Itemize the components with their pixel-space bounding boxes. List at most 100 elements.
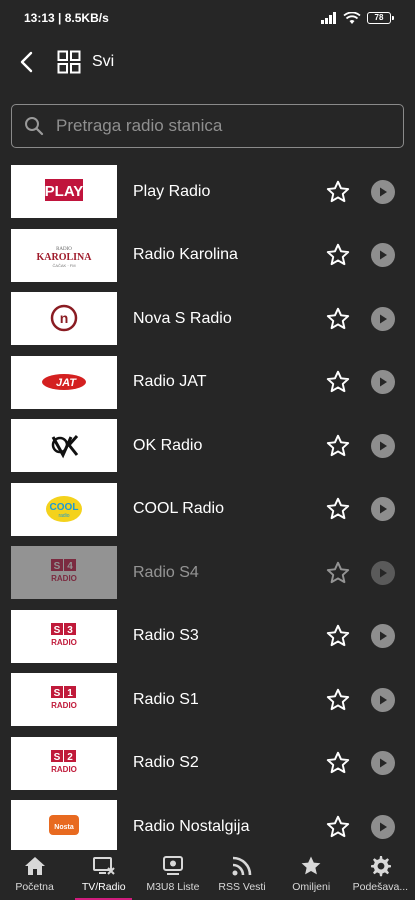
favorite-button[interactable]: [324, 559, 352, 587]
favorite-button[interactable]: [324, 686, 352, 714]
play-button[interactable]: [371, 497, 395, 522]
station-logo[interactable]: S 3 RADIO: [11, 609, 117, 663]
nav-item-gear[interactable]: Podešava...: [346, 850, 415, 900]
play-button[interactable]: [371, 751, 395, 776]
station-logo[interactable]: Nosta: [11, 800, 117, 850]
station-row[interactable]: JAT Radio JAT: [0, 351, 415, 415]
svg-text:2: 2: [67, 752, 73, 763]
station-name: Radio Karolina: [133, 246, 238, 264]
rss-icon: [232, 856, 252, 876]
status-time: 13:13: [24, 11, 55, 25]
station-logo[interactable]: S 2 RADIO: [11, 736, 117, 790]
play-button[interactable]: [371, 560, 395, 585]
svg-text:RADIO: RADIO: [51, 574, 77, 583]
station-logo[interactable]: S 1 RADIO: [11, 673, 117, 726]
nav-label: M3U8 Liste: [146, 881, 200, 893]
svg-text:ČAČAK · FM: ČAČAK · FM: [52, 263, 75, 268]
station-logo[interactable]: n: [11, 292, 117, 345]
station-name: Nova S Radio: [133, 309, 232, 327]
svg-text:4: 4: [67, 561, 73, 572]
star-outline-icon: [326, 815, 350, 837]
search-box[interactable]: [11, 104, 404, 148]
nav-label: TV/Radio: [81, 881, 126, 893]
play-button[interactable]: [371, 370, 395, 395]
favorite-button[interactable]: [324, 495, 352, 523]
category-grid-button[interactable]: [54, 47, 84, 77]
station-row[interactable]: S 2 RADIO Radio S2: [0, 732, 415, 796]
nav-item-playlist[interactable]: M3U8 Liste: [138, 850, 207, 900]
play-button[interactable]: [371, 687, 395, 712]
chevron-left-icon: [20, 51, 33, 73]
station-logo-image: COOLradio: [46, 495, 82, 522]
search-icon: [25, 117, 44, 136]
station-name: Radio Nostalgija: [133, 817, 250, 835]
nav-label: Omiljeni: [292, 881, 331, 893]
station-logo[interactable]: JAT: [11, 355, 117, 409]
play-button[interactable]: [371, 624, 395, 649]
station-logo[interactable]: S 4 RADIO: [11, 546, 117, 599]
nav-label: RSS Vesti: [218, 881, 266, 893]
favorite-button[interactable]: [324, 241, 352, 269]
svg-text:RADIO: RADIO: [51, 765, 77, 774]
station-row[interactable]: S 4 RADIO Radio S4: [0, 541, 415, 605]
play-icon: [380, 631, 387, 641]
station-logo[interactable]: PLAY: [11, 165, 117, 218]
svg-text:KAROLINA: KAROLINA: [36, 252, 92, 263]
star-outline-icon: [326, 307, 350, 329]
playlist-icon: [162, 856, 183, 875]
svg-text:S: S: [54, 561, 61, 572]
station-list[interactable]: PLAY Play Radio RADIO KAROLINA ČAČAK · FM Rad…: [0, 160, 415, 850]
favorite-button[interactable]: [324, 749, 352, 777]
nav-label: Početna: [15, 881, 54, 893]
grid-icon: [57, 50, 81, 74]
back-button[interactable]: [14, 47, 38, 77]
station-row[interactable]: PLAY Play Radio: [0, 160, 415, 224]
station-logo[interactable]: COOL radio: [11, 482, 117, 536]
play-icon: [380, 314, 387, 324]
status-bar: 13:13 | 8.5KB/s 78: [0, 0, 415, 36]
station-row[interactable]: n Nova S Radio: [0, 287, 415, 351]
nav-item-tv[interactable]: TV/Radio: [69, 850, 138, 900]
play-icon: [380, 250, 387, 260]
nav-item-home[interactable]: Početna: [0, 850, 69, 900]
favorite-button[interactable]: [324, 813, 352, 841]
star-outline-icon: [326, 370, 350, 393]
station-row[interactable]: RADIO KAROLINA ČAČAK · FM Radio Karolina: [0, 224, 415, 288]
star-outline-icon: [326, 688, 350, 710]
tv-icon: [92, 857, 115, 875]
nav-item-star[interactable]: Omiljeni: [277, 850, 346, 900]
favorite-button[interactable]: [324, 368, 352, 396]
station-logo-image: S 4 RADIO: [51, 559, 77, 583]
station-logo-image: S 1 RADIO: [51, 686, 77, 710]
favorite-button[interactable]: [324, 305, 352, 333]
gear-icon: [371, 856, 392, 877]
svg-text:n: n: [60, 310, 69, 326]
station-row[interactable]: S 3 RADIO Radio S3: [0, 605, 415, 669]
station-name: Radio S3: [133, 627, 199, 645]
svg-text:radio: radio: [58, 513, 69, 519]
station-row[interactable]: COOL radio COOL Radio: [0, 478, 415, 542]
station-logo[interactable]: [11, 419, 117, 472]
play-button[interactable]: [371, 306, 395, 331]
svg-text:COOL: COOL: [50, 502, 79, 513]
station-logo-image: S 3 RADIO: [51, 622, 77, 647]
svg-text:RADIO: RADIO: [51, 638, 77, 647]
favorite-button[interactable]: [324, 432, 352, 460]
nav-item-rss[interactable]: RSS Vesti: [207, 850, 276, 900]
star-outline-icon: [326, 624, 350, 647]
search-input[interactable]: [56, 116, 403, 136]
station-logo[interactable]: RADIO KAROLINA ČAČAK · FM: [11, 228, 117, 282]
station-row[interactable]: S 1 RADIO Radio S1: [0, 668, 415, 732]
favorite-button[interactable]: [324, 622, 352, 650]
station-row[interactable]: Nosta Radio Nostalgija: [0, 795, 415, 850]
star-outline-icon: [326, 434, 350, 456]
station-row[interactable]: OK Radio: [0, 414, 415, 478]
favorite-button[interactable]: [324, 178, 352, 206]
play-button[interactable]: [371, 433, 395, 458]
station-logo-image: n: [50, 304, 78, 332]
play-button[interactable]: [371, 179, 395, 204]
play-button[interactable]: [371, 814, 395, 839]
svg-text:RADIO: RADIO: [51, 701, 77, 710]
station-name: Play Radio: [133, 182, 211, 200]
play-button[interactable]: [371, 243, 395, 268]
